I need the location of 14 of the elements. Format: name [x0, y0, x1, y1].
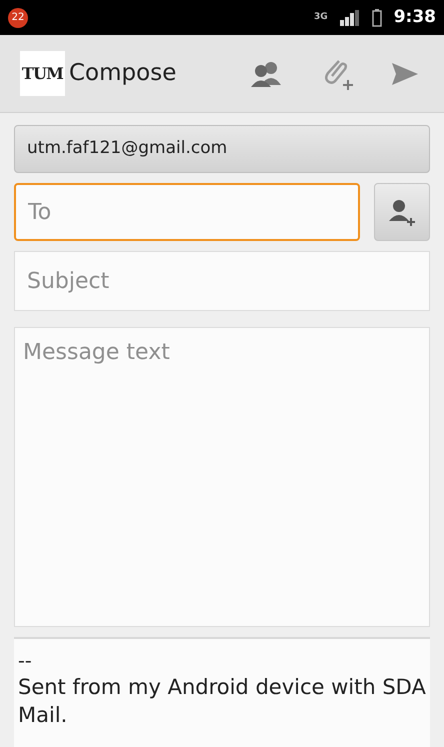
add-contact-button[interactable]: [374, 183, 430, 241]
account-button[interactable]: utm.faf121@gmail.com: [14, 125, 430, 173]
app-logo[interactable]: TUM: [20, 51, 65, 96]
clock: 9:38: [394, 6, 436, 29]
signature-separator: --: [18, 649, 33, 673]
screen-title: Compose: [69, 59, 176, 88]
signature-text: Sent from my Android device with SDA Mail.: [18, 674, 426, 729]
network-type: 3G: [314, 10, 328, 24]
text-field[interactable]: To: [14, 183, 360, 241]
battery-icon: [372, 8, 382, 26]
notification-badge[interactable]: 22: [8, 8, 28, 28]
message-field[interactable]: Message text: [14, 327, 430, 627]
person-plus-icon: [387, 197, 417, 227]
signal-icon: [340, 10, 360, 26]
